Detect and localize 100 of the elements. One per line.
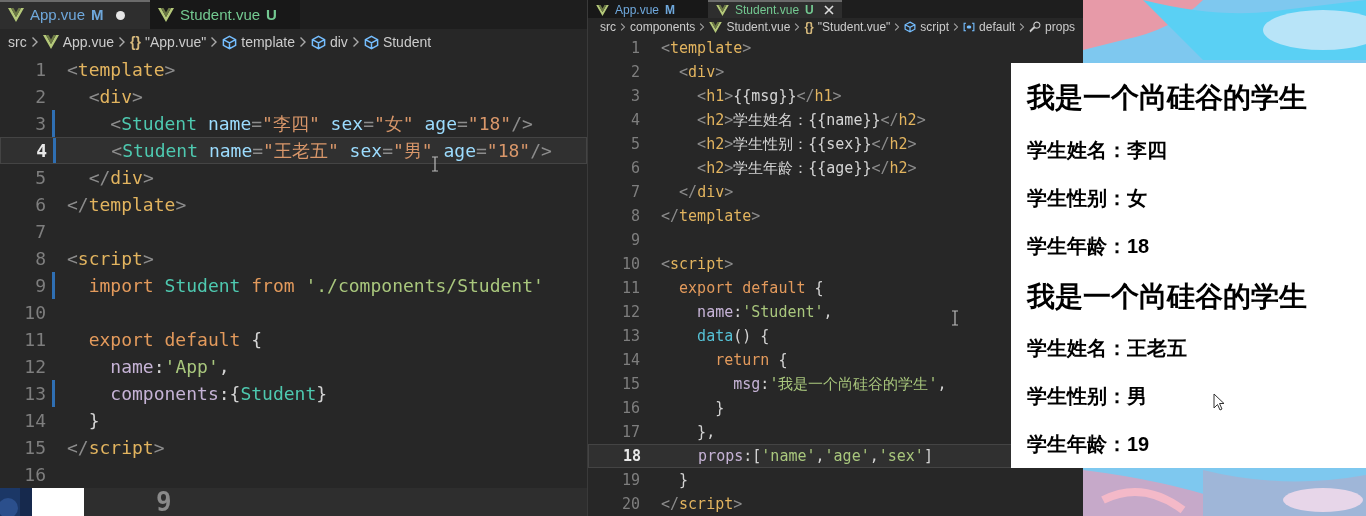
code-line: props:['name','age','sex'] [697, 445, 933, 467]
code-line: <template> [661, 37, 752, 59]
breadcrumb-item[interactable]: props [1045, 18, 1076, 36]
line-number: 15 [23, 436, 47, 460]
breadcrumb-item[interactable]: "Student.vue" [817, 18, 891, 36]
chevron-icon [298, 36, 307, 49]
line-number: 14 [620, 349, 641, 371]
line-number: 14 [23, 409, 47, 433]
vue-icon [716, 4, 729, 16]
chevron-icon [351, 36, 360, 49]
code-line: </div> [678, 181, 734, 203]
cube-icon [222, 35, 238, 50]
pointer-icon [1213, 393, 1225, 411]
line-number: 11 [23, 328, 47, 352]
student-field: 学生年龄：18 [1027, 221, 1150, 270]
line-number: 4 [35, 139, 48, 163]
breadcrumb-item[interactable]: src [8, 32, 27, 53]
code-line: <div> [87, 85, 143, 109]
overlay-panel [32, 488, 84, 516]
line-number: 3 [34, 112, 47, 136]
line-number: 15 [620, 373, 641, 395]
code-line: <h1>{{msg}}</h1> [696, 85, 842, 107]
line-number: 7 [34, 220, 47, 244]
line-number: 13 [23, 382, 47, 406]
code-line: }, [696, 421, 716, 443]
code-line: import Student from './components/Student' [87, 274, 544, 298]
code-line: export default { [678, 277, 824, 299]
code-line: <h2>学生姓名：{{name}}</h2> [696, 109, 926, 131]
chevron-icon [794, 22, 801, 32]
chevron-icon [210, 36, 219, 49]
line-number: 20 [620, 493, 641, 515]
breadcrumb-item[interactable]: src [600, 18, 616, 36]
code-line: return { [714, 349, 788, 371]
line-number: 17 [620, 421, 641, 443]
code-line: </div> [87, 166, 154, 190]
code-line: <script> [67, 247, 154, 271]
line-number: 10 [620, 253, 641, 275]
breadcrumb-item[interactable]: App.vue [62, 32, 115, 53]
brackets-icon [963, 21, 976, 33]
line-number: 8 [34, 247, 47, 271]
breadcrumb-item[interactable]: Student.vue [726, 18, 791, 36]
code-line: name:'Student', [696, 301, 833, 323]
cube-icon [363, 35, 379, 50]
page-heading: 我是一个尚硅谷的学生 [1027, 279, 1307, 314]
line-number: 12 [23, 355, 47, 379]
line-number: 5 [629, 133, 641, 155]
editor-tab[interactable]: Student.vue U [150, 0, 300, 29]
breadcrumb-item[interactable]: default [979, 18, 1016, 36]
line-number: 1 [34, 58, 47, 82]
cube-icon [904, 21, 917, 33]
line-number: 6 [34, 193, 47, 217]
vue-icon [42, 35, 59, 50]
chevron-icon [30, 36, 39, 49]
student-field: 学生年龄：19 [1027, 420, 1150, 468]
chevron-icon [953, 22, 960, 32]
line-number: 6 [629, 157, 641, 179]
line-number: 10 [23, 301, 47, 325]
chevron-icon [620, 22, 626, 32]
chevron-icon [894, 22, 901, 32]
code-line: name:'App', [109, 355, 230, 379]
code-line: components:{Student} [109, 382, 328, 406]
code-line: <h2>学生性别：{{sex}}</h2> [696, 133, 917, 155]
code-line: <template> [67, 58, 176, 82]
line-number: 8 [629, 205, 641, 227]
code-line: <script> [661, 253, 734, 275]
breadcrumb-item[interactable]: template [241, 32, 295, 53]
line-number: 18 [621, 445, 642, 467]
breadcrumb-item[interactable]: components [630, 18, 696, 36]
line-number: 5 [34, 166, 47, 190]
line-number: 3 [629, 85, 641, 107]
code-line: export default { [87, 328, 263, 352]
chevron-icon [1019, 22, 1026, 32]
line-number: 19 [620, 469, 641, 491]
breadcrumb-item[interactable]: Student [382, 32, 432, 53]
editor-tab[interactable]: App.vue M [588, 0, 708, 18]
line-number: 2 [629, 61, 641, 83]
chevron-icon [699, 22, 706, 32]
code-line: </script> [661, 493, 743, 515]
code-line: </template> [661, 205, 761, 227]
text-cursor-icon [431, 156, 439, 172]
code-line: <div> [678, 61, 725, 83]
vue-icon [8, 8, 24, 23]
editor-tab[interactable]: Student.vue U [708, 0, 842, 18]
student-field: 学生姓名：王老五 [1027, 324, 1187, 373]
code-line: <Student name="李四" sex="女" age="18"/> [109, 112, 533, 136]
editor-tab[interactable]: App.vue M [0, 0, 150, 29]
page-heading: 我是一个尚硅谷的学生 [1027, 81, 1307, 116]
line-number: 9 [34, 274, 47, 298]
line-number: 7 [629, 181, 641, 203]
breadcrumb-item[interactable]: "App.vue" [144, 32, 207, 53]
code-line: msg:'我是一个尚硅谷的学生', [732, 373, 947, 395]
code-line: <Student name="王老五" sex="男" age="18"/> [110, 139, 552, 163]
line-number: 1 [629, 37, 641, 59]
line-number: 9 [629, 229, 641, 251]
student-field: 学生性别：男 [1027, 372, 1147, 421]
braces-icon: {} [804, 18, 814, 36]
overlay-digit: 9 [156, 485, 172, 516]
breadcrumb-item[interactable]: script [920, 18, 950, 36]
breadcrumb-item[interactable]: div [329, 32, 348, 53]
vue-icon [709, 21, 723, 33]
